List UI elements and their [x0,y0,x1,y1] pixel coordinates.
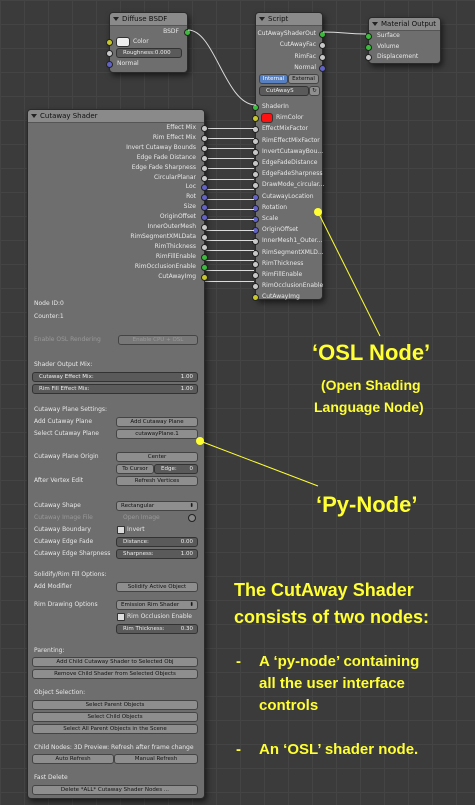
osl-marker-dot [314,208,322,216]
bullet-1-line-1: A ‘py-node’ containing [259,653,420,670]
summary-line-1: The CutAway Shader [234,580,414,600]
py-node-title: ‘Py-Node’ [316,492,418,517]
py-marker-dot [196,437,204,445]
bullet-dash-2: - [236,741,241,758]
bullet-dash-1: - [236,653,241,670]
osl-node-title: ‘OSL Node’ [312,340,431,365]
summary-line-2: consists of two nodes: [234,607,430,627]
bullet-1-line-2: all the user interface [259,675,405,692]
osl-node-subtitle-1: (Open Shading [321,377,421,393]
bullet-2-line-1: An ‘OSL’ shader node. [259,741,419,758]
osl-node-subtitle-2: Language Node) [314,399,424,415]
bullet-1-line-3: controls [259,697,319,714]
